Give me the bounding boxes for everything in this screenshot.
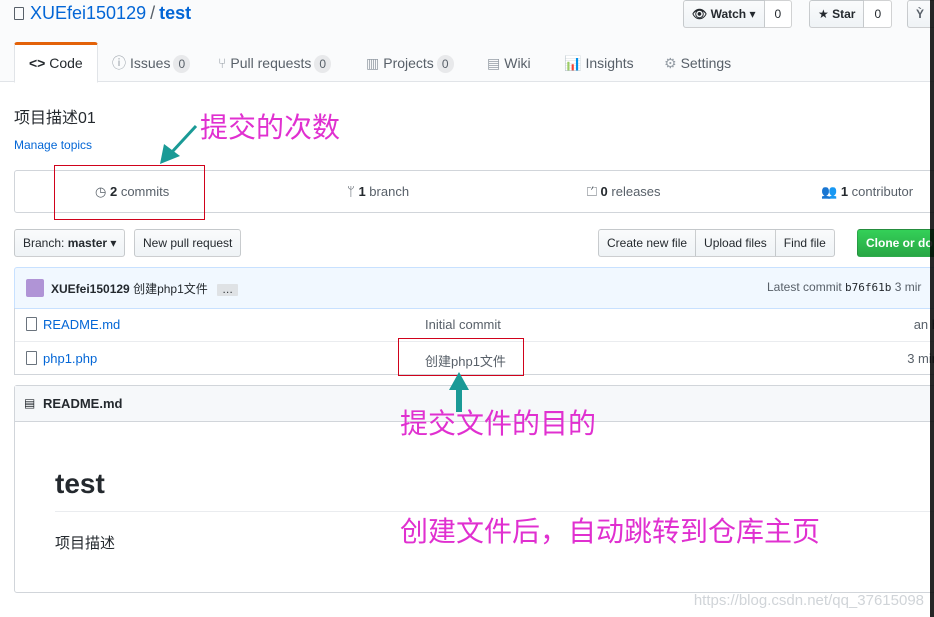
star-icon: ★ — [818, 7, 829, 21]
clone-button[interactable]: Clone or do — [857, 229, 934, 257]
readme-paragraph: 项目描述 — [55, 535, 116, 552]
contributor-label: contributor — [851, 184, 914, 199]
avatar[interactable] — [26, 279, 44, 297]
fork-icon: Ỳ — [916, 7, 925, 21]
book-icon: ▤ — [24, 396, 36, 410]
star-count[interactable]: 0 — [864, 0, 893, 28]
file-icon — [26, 351, 37, 365]
project-icon: ▥ — [366, 55, 380, 71]
upload-files-button[interactable]: Upload files — [696, 229, 776, 257]
watch-label: Watch — [710, 7, 747, 21]
window-edge — [930, 0, 934, 617]
repo-title: XUEfei150129/test — [14, 3, 191, 24]
book-icon: ▤ — [487, 55, 501, 71]
issue-icon: ⓘ — [112, 55, 126, 71]
expand-commit-button[interactable]: … — [217, 284, 239, 296]
code-icon: <> — [29, 55, 46, 71]
create-new-file-button[interactable]: Create new file — [598, 229, 697, 257]
new-pull-request-button[interactable]: New pull request — [134, 229, 242, 257]
caret-down-icon: ▾ — [749, 7, 756, 21]
branch-select[interactable]: Branch: master ▾ — [14, 229, 126, 257]
eye-icon: 👁 — [692, 7, 708, 21]
branch-count: 1 — [358, 184, 366, 199]
tab-label: Projects — [383, 55, 434, 71]
tab-label: Settings — [680, 55, 732, 71]
tab-label: Code — [49, 55, 83, 71]
tab-code[interactable]: <> Code — [14, 42, 98, 83]
annotation-message: 提交文件的目的 — [400, 407, 597, 440]
repo-description: 项目描述01 — [14, 110, 96, 127]
arrow-shaft — [170, 124, 198, 154]
tag-icon: ⏍ — [587, 184, 597, 199]
tab-label: Insights — [585, 55, 634, 71]
watermark: https://blog.csdn.net/qq_37615098 — [693, 592, 924, 609]
tab-issues[interactable]: ⓘ Issues 0 — [112, 42, 191, 83]
watch-count[interactable]: 0 — [764, 0, 793, 28]
file-actions-group: Create new file Upload files Find file — [598, 229, 835, 257]
pr-icon: ⑂ — [218, 55, 227, 71]
watch-button[interactable]: 👁 Watch ▾ — [683, 0, 765, 28]
file-row: README.md Initial commit an h — [15, 308, 934, 341]
people-icon: 👥 — [821, 184, 838, 199]
gear-icon: ⚙ — [664, 55, 677, 71]
manage-topics-link[interactable]: Manage topics — [14, 138, 92, 152]
releases-link[interactable]: ⏍ 0 releases — [587, 184, 661, 200]
tab-projects[interactable]: ▥ Projects 0 — [366, 42, 454, 83]
file-commit-message[interactable]: Initial commit — [425, 317, 501, 332]
find-file-button[interactable]: Find file — [775, 229, 835, 257]
contributors-link[interactable]: 👥 1 contributor — [821, 184, 913, 200]
tab-label: Pull requests — [230, 55, 312, 71]
repo-name-link[interactable]: test — [159, 3, 191, 23]
tab-badge: 0 — [314, 55, 332, 73]
branch-prefix: Branch: — [23, 236, 65, 250]
file-name-link[interactable]: README.md — [43, 317, 120, 332]
commit-age: 3 mir — [894, 280, 922, 294]
releases-label: releases — [611, 184, 661, 199]
repo-separator: / — [150, 3, 156, 23]
commit-sha-link[interactable]: b76f61b — [845, 281, 891, 294]
branch-label: branch — [369, 184, 410, 199]
graph-icon: 📊 — [564, 55, 582, 71]
readme-heading: test — [55, 468, 105, 499]
annotation-redirect: 创建文件后，自动跳转到仓库主页 — [400, 515, 821, 548]
releases-count: 0 — [600, 184, 608, 199]
commit-author[interactable]: XUEfei150129 — [51, 282, 130, 296]
tab-label: Wiki — [504, 55, 531, 71]
arrow-head — [449, 372, 469, 390]
tab-pull-requests[interactable]: ⑂ Pull requests 0 — [218, 42, 332, 83]
annotation-commits: 提交的次数 — [200, 111, 341, 144]
tab-badge: 0 — [173, 55, 191, 73]
contributor-count: 1 — [840, 184, 849, 199]
tab-badge: 0 — [436, 55, 454, 73]
tab-insights[interactable]: 📊 Insights — [564, 42, 634, 83]
tab-label: Issues — [130, 55, 171, 71]
readme-title: README.md — [43, 396, 123, 411]
branch-link[interactable]: ᛘ 1 branch — [347, 184, 409, 199]
commit-message[interactable]: 创建php1文件 — [133, 282, 208, 296]
repo-owner-link[interactable]: XUEfei150129 — [30, 3, 146, 23]
star-group: ★ Star 0 — [809, 0, 893, 28]
file-icon — [26, 317, 37, 331]
star-button[interactable]: ★ Star — [809, 0, 865, 28]
branch-name: master — [67, 236, 108, 250]
highlight-commits-box — [54, 165, 205, 220]
branch-icon: ᛘ — [347, 184, 355, 199]
repo-icon — [14, 7, 24, 20]
tab-wiki[interactable]: ▤ Wiki — [487, 42, 531, 83]
latest-commit-bar: XUEfei150129 创建php1文件 … Latest commit b7… — [14, 267, 934, 309]
tab-settings[interactable]: ⚙ Settings — [664, 42, 731, 83]
latest-commit-label: Latest commit — [767, 280, 842, 294]
watch-group: 👁 Watch ▾ 0 — [683, 0, 793, 28]
caret-down-icon: ▾ — [110, 236, 117, 250]
file-name-link[interactable]: php1.php — [43, 351, 97, 366]
star-label: Star — [832, 7, 856, 21]
